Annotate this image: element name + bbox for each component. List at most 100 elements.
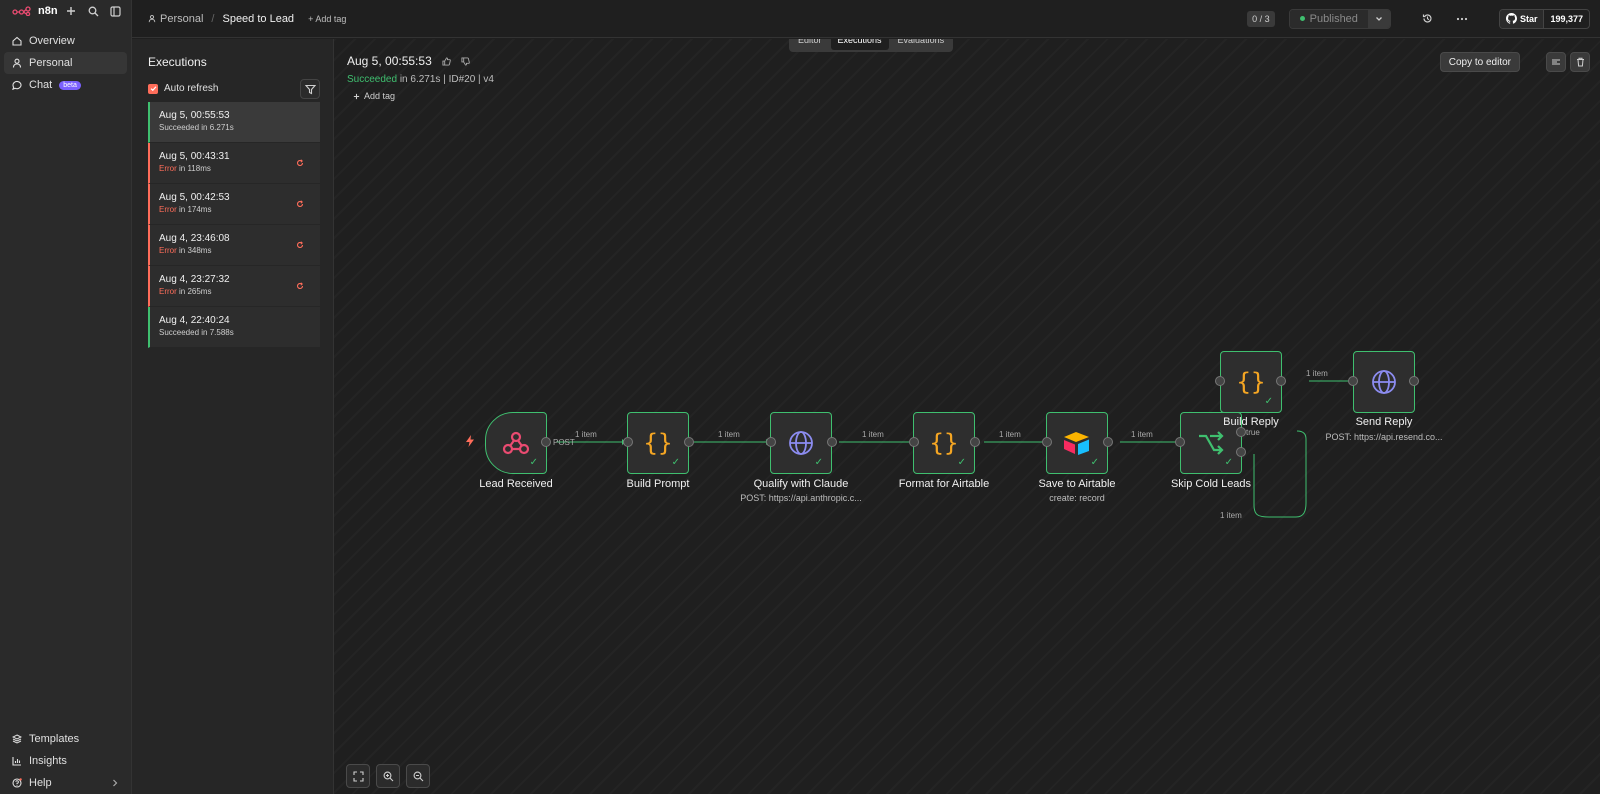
executions-title: Executions: [148, 55, 207, 69]
add-tag-button[interactable]: + Add tag: [308, 14, 346, 24]
output-port-true[interactable]: [1236, 427, 1246, 437]
home-icon: [12, 36, 22, 46]
auto-refresh-label: Auto refresh: [164, 83, 219, 94]
output-port[interactable]: [1409, 376, 1419, 386]
node-save-to-airtable[interactable]: ✓: [1046, 412, 1108, 474]
beta-badge: beta: [59, 80, 81, 90]
edge-label-items: 1 item: [862, 430, 884, 439]
retry-icon[interactable]: [296, 200, 304, 208]
auto-refresh-checkbox[interactable]: [148, 83, 158, 94]
sidebar-item-help[interactable]: Help: [4, 772, 127, 794]
input-port[interactable]: [623, 437, 633, 447]
published-dropdown[interactable]: Published: [1288, 8, 1391, 29]
collapse-sidebar-icon[interactable]: [105, 1, 125, 21]
execution-item[interactable]: Aug 4, 23:46:08 Error in 348ms: [148, 225, 320, 266]
node-build-reply[interactable]: {} ✓: [1220, 351, 1282, 413]
zoom-in-icon[interactable]: [376, 764, 400, 788]
execution-item[interactable]: Aug 5, 00:42:53 Error in 174ms: [148, 184, 320, 225]
input-port[interactable]: [909, 437, 919, 447]
sidebar-item-label: Help: [29, 777, 52, 789]
sidebar-item-insights[interactable]: Insights: [4, 750, 127, 772]
node-qualify-with-claude[interactable]: ✓: [770, 412, 832, 474]
published-label: Published: [1309, 12, 1358, 25]
retry-icon[interactable]: [296, 241, 304, 249]
edge-label-post: POST: [553, 438, 575, 447]
github-star-label: Star: [1519, 13, 1538, 24]
edge-label-items: 1 item: [1306, 369, 1328, 378]
node-label: Build Prompt: [626, 478, 690, 490]
output-port[interactable]: [541, 437, 551, 447]
output-port[interactable]: [684, 437, 694, 447]
history-icon[interactable]: [1415, 9, 1441, 29]
sidebar-header: n8n: [0, 0, 131, 22]
zoom-controls: [346, 764, 430, 788]
templates-icon: [12, 734, 22, 744]
node-label: Skip Cold Leads: [1170, 478, 1252, 490]
success-check-icon: ✓: [1090, 457, 1099, 468]
node-subtitle: create: record: [1049, 493, 1105, 503]
success-check-icon: ✓: [814, 457, 823, 468]
node-build-prompt[interactable]: {} ✓: [627, 412, 689, 474]
globe-icon: [1372, 370, 1396, 394]
sidebar-item-templates[interactable]: Templates: [4, 728, 127, 750]
retry-icon[interactable]: [296, 282, 304, 290]
active-workflows-counter: 0 / 3: [1247, 10, 1275, 27]
input-port[interactable]: [1175, 437, 1185, 447]
execution-status: Succeeded in 6.271s: [159, 123, 234, 132]
workflow-canvas[interactable]: Editor Executions Evaluations Aug 5, 00:…: [334, 39, 1600, 794]
sidebar-bottom: Templates Insights Help: [4, 728, 127, 794]
execution-item[interactable]: Aug 4, 22:40:24 Succeeded in 7.588s: [148, 307, 320, 348]
workflow-name[interactable]: Speed to Lead: [222, 13, 294, 25]
output-port[interactable]: [1103, 437, 1113, 447]
output-port[interactable]: [970, 437, 980, 447]
sidebar-item-personal[interactable]: Personal: [4, 52, 127, 74]
add-icon[interactable]: [61, 1, 81, 21]
input-port[interactable]: [1348, 376, 1358, 386]
chat-icon: [12, 80, 22, 90]
search-icon[interactable]: [83, 1, 103, 21]
sidebar-item-label: Templates: [29, 733, 80, 745]
input-port[interactable]: [766, 437, 776, 447]
input-port[interactable]: [1215, 376, 1225, 386]
node-label: Send Reply: [1355, 416, 1413, 428]
more-options-icon[interactable]: [1449, 9, 1475, 29]
connection-line: [1253, 430, 1307, 518]
execution-item[interactable]: Aug 5, 00:55:53 Succeeded in 6.271s: [148, 102, 320, 143]
github-star-button[interactable]: Star 199,377: [1498, 8, 1590, 29]
success-check-icon: ✓: [957, 457, 966, 468]
success-check-icon: ✓: [671, 457, 680, 468]
execution-item[interactable]: Aug 5, 00:43:31 Error in 118ms: [148, 143, 320, 184]
output-port-false[interactable]: [1236, 447, 1246, 457]
executions-panel: Executions Auto refresh Aug 5, 00:55:53 …: [132, 39, 334, 794]
sidebar-item-overview[interactable]: Overview: [4, 30, 127, 52]
output-port[interactable]: [827, 437, 837, 447]
success-check-icon: ✓: [529, 457, 538, 468]
published-status[interactable]: Published: [1289, 9, 1368, 28]
auto-refresh-toggle[interactable]: Auto refresh: [148, 83, 218, 94]
node-subtitle: POST: https://api.resend.co...: [1325, 432, 1443, 442]
filter-button[interactable]: [300, 79, 320, 99]
node-send-reply[interactable]: [1353, 351, 1415, 413]
github-star[interactable]: Star: [1499, 9, 1544, 28]
code-braces-icon: {}: [1236, 368, 1266, 396]
zoom-out-icon[interactable]: [406, 764, 430, 788]
breadcrumb-separator: /: [211, 12, 215, 25]
sidebar-item-label: Personal: [29, 57, 73, 69]
filter-icon: [304, 84, 316, 94]
sidebar-item-chat[interactable]: Chat beta: [4, 74, 127, 96]
code-braces-icon: {}: [643, 429, 673, 457]
output-port[interactable]: [1276, 376, 1286, 386]
execution-item[interactable]: Aug 4, 23:27:32 Error in 265ms: [148, 266, 320, 307]
n8n-logo-icon: [12, 6, 31, 16]
node-lead-received[interactable]: ✓: [485, 412, 547, 474]
chevron-down-icon[interactable]: [1367, 9, 1390, 28]
edge-label-true: true: [1246, 428, 1260, 437]
fit-view-icon[interactable]: [346, 764, 370, 788]
edge-label-items: 1 item: [1220, 511, 1242, 520]
retry-icon[interactable]: [296, 159, 304, 167]
input-port[interactable]: [1042, 437, 1052, 447]
help-icon: [12, 778, 22, 788]
node-format-for-airtable[interactable]: {} ✓: [913, 412, 975, 474]
breadcrumb-project[interactable]: Personal: [148, 13, 203, 25]
n8n-logo[interactable]: n8n: [12, 5, 58, 17]
